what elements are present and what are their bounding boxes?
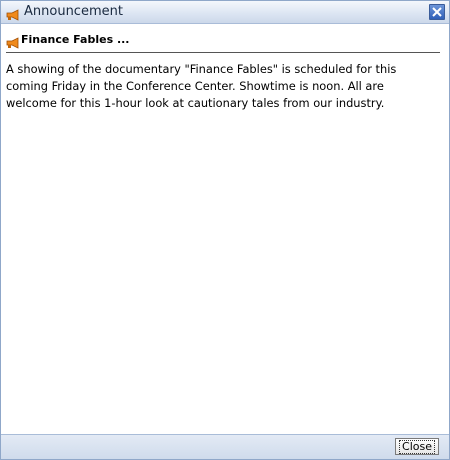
- close-button-label: Close: [399, 440, 435, 454]
- announcement-heading: Finance Fables ...: [21, 33, 130, 46]
- close-icon[interactable]: [429, 4, 445, 20]
- announcement-heading-row: Finance Fables ...: [6, 31, 441, 49]
- announcement-dialog: Announcement Finance Fables ... A showin…: [0, 0, 450, 460]
- close-button[interactable]: Close: [395, 438, 439, 455]
- footer-bar: Close: [1, 434, 449, 459]
- megaphone-icon: [6, 6, 20, 21]
- announcement-body: A showing of the documentary "Finance Fa…: [6, 62, 397, 110]
- window-title: Announcement: [24, 4, 123, 19]
- announcement-content: Finance Fables ... A showing of the docu…: [6, 31, 441, 112]
- megaphone-icon: [6, 34, 20, 49]
- title-bar[interactable]: Announcement: [1, 1, 449, 24]
- divider: [6, 52, 440, 53]
